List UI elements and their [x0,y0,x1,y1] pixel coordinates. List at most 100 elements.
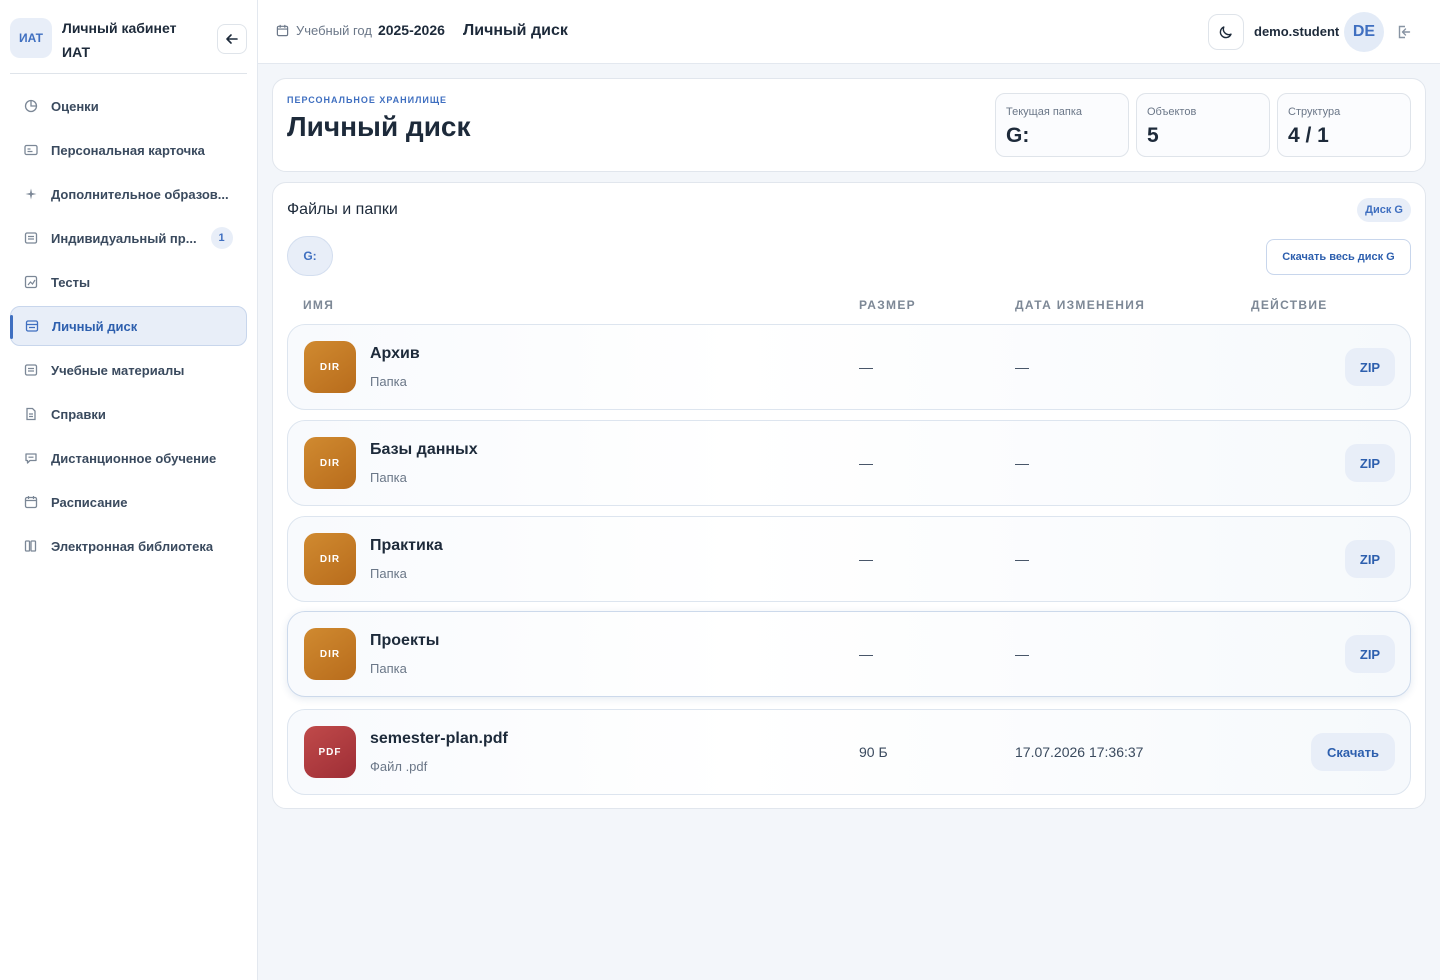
sidebar: ИАТ Личный кабинет ИАТ Оценки Персональн… [0,0,258,980]
sidebar-nav: Оценки Персональная карточка Дополнитель… [10,86,247,570]
sidebar-item-label: Дистанционное обучение [51,450,217,466]
folder-icon: DIR [304,533,356,585]
sidebar-item-label: Персональная карточка [51,142,205,158]
file-date: — [1015,359,1029,375]
brand: ИАТ Личный кабинет ИАТ [10,14,247,74]
file-size: — [859,646,873,662]
folder-icon: DIR [304,628,356,680]
file-icon [24,407,38,421]
files-title: Файлы и папки [287,201,398,218]
storage-summary-card: ПЕРСОНАЛЬНОЕ ХРАНИЛИЩЕ Личный диск Текущ… [272,78,1426,172]
file-type: Файл .pdf [370,759,428,774]
header: Учебный год 2025-2026 Личный диск demo.s… [258,0,1440,64]
stat-label: Текущая папка [1006,106,1083,118]
section-eyebrow: ПЕРСОНАЛЬНОЕ ХРАНИЛИЩЕ [287,95,448,105]
file-size: — [859,455,873,471]
stat-label: Структура [1288,106,1341,118]
sidebar-item-label: Учебные материалы [51,362,185,378]
zip-download-button[interactable]: ZIP [1345,540,1395,578]
document-icon [24,363,38,377]
sidebar-item-label: Тесты [51,274,91,290]
sidebar-item-label: Личный диск [52,318,138,334]
arrow-left-icon [226,34,238,44]
chat-icon [24,451,38,465]
academic-year-label: Учебный год [296,22,372,38]
stat-value: G: [1006,124,1030,147]
download-all-button[interactable]: Скачать весь диск G [1266,239,1411,275]
file-name[interactable]: Базы данных [370,441,478,459]
sidebar-item-e-library[interactable]: Электронная библиотека [10,526,247,566]
file-date: — [1015,551,1029,567]
download-button[interactable]: Скачать [1311,733,1395,771]
sidebar-item-label: Расписание [51,494,128,510]
hero-title: Личный диск [287,111,471,142]
file-date: — [1015,646,1029,662]
stat-current-folder: Текущая папка G: [995,93,1129,157]
page-title: Личный диск [463,22,568,39]
stat-label: Объектов [1147,106,1197,118]
zip-download-button[interactable]: ZIP [1345,348,1395,386]
sidebar-item-label: Дополнительное образов... [51,186,229,202]
disk-icon [25,319,39,333]
file-date: — [1015,455,1029,471]
brand-title: Личный кабинет ИАТ [62,20,177,60]
stat-structure: Структура 4 / 1 [1277,93,1411,157]
theme-toggle-button[interactable] [1208,14,1244,50]
breadcrumb-root[interactable]: G: [287,236,333,276]
academic-year-value: 2025-2026 [377,22,445,38]
file-name[interactable]: semester-plan.pdf [370,730,508,748]
sidebar-item-label: Индивидуальный пр... [51,230,197,246]
file-row[interactable]: DIR Проекты Папка — — ZIP [287,611,1411,697]
sidebar-item-tests[interactable]: Тесты [10,262,247,302]
sidebar-item-study-materials[interactable]: Учебные материалы [10,350,247,390]
column-header-date: ДАТА ИЗМЕНЕНИЯ [1015,298,1146,312]
moon-icon [1219,26,1232,39]
stat-value: 5 [1147,124,1159,147]
file-size: — [859,551,873,567]
disk-badge: Диск G [1357,198,1411,222]
sidebar-item-label: Электронная библиотека [51,538,214,554]
file-type: Папка [370,470,407,485]
file-name[interactable]: Архив [370,345,420,363]
file-name[interactable]: Практика [370,537,443,555]
calendar-icon [276,24,289,37]
stat-objects: Объектов 5 [1136,93,1270,157]
zip-download-button[interactable]: ZIP [1345,635,1395,673]
brand-logo: ИАТ [10,18,52,58]
file-row[interactable]: DIR Практика Папка — — ZIP [287,516,1411,602]
folder-icon: DIR [304,437,356,489]
file-row[interactable]: PDF semester-plan.pdf Файл .pdf 90 Б 17.… [287,709,1411,795]
sparkle-icon [24,187,38,201]
logout-button[interactable] [1394,22,1414,42]
stat-value: 4 / 1 [1288,124,1329,147]
id-card-icon [24,143,38,157]
pie-chart-icon [24,99,38,113]
column-header-size: РАЗМЕР [859,298,916,312]
notification-count-badge: 1 [210,227,233,249]
sidebar-item-grades[interactable]: Оценки [10,86,247,126]
collapse-sidebar-button[interactable] [217,24,247,54]
files-card: Файлы и папки Диск G G: Скачать весь дис… [272,182,1426,809]
avatar[interactable]: DE [1344,12,1384,52]
sidebar-item-certificates[interactable]: Справки [10,394,247,434]
book-icon [24,539,38,553]
logout-icon [1398,25,1411,39]
sidebar-item-personal-disk[interactable]: Личный диск [10,306,247,346]
sidebar-item-individual-plan[interactable]: Индивидуальный пр... 1 [10,218,247,258]
sidebar-item-distance-learning[interactable]: Дистанционное обучение [10,438,247,478]
file-name[interactable]: Проекты [370,632,439,650]
pdf-file-icon: PDF [304,726,356,778]
sidebar-item-label: Справки [51,406,106,422]
file-type: Папка [370,374,407,389]
sidebar-item-schedule[interactable]: Расписание [10,482,247,522]
zip-download-button[interactable]: ZIP [1345,444,1395,482]
username: demo.student [1254,24,1340,39]
file-row[interactable]: DIR Базы данных Папка — — ZIP [287,420,1411,506]
sidebar-item-extra-education[interactable]: Дополнительное образов... [10,174,247,214]
file-type: Папка [370,566,407,581]
file-size: — [859,359,873,375]
folder-icon: DIR [304,341,356,393]
file-row[interactable]: DIR Архив Папка — — ZIP [287,324,1411,410]
sidebar-item-personal-card[interactable]: Персональная карточка [10,130,247,170]
calendar-icon [24,495,38,509]
